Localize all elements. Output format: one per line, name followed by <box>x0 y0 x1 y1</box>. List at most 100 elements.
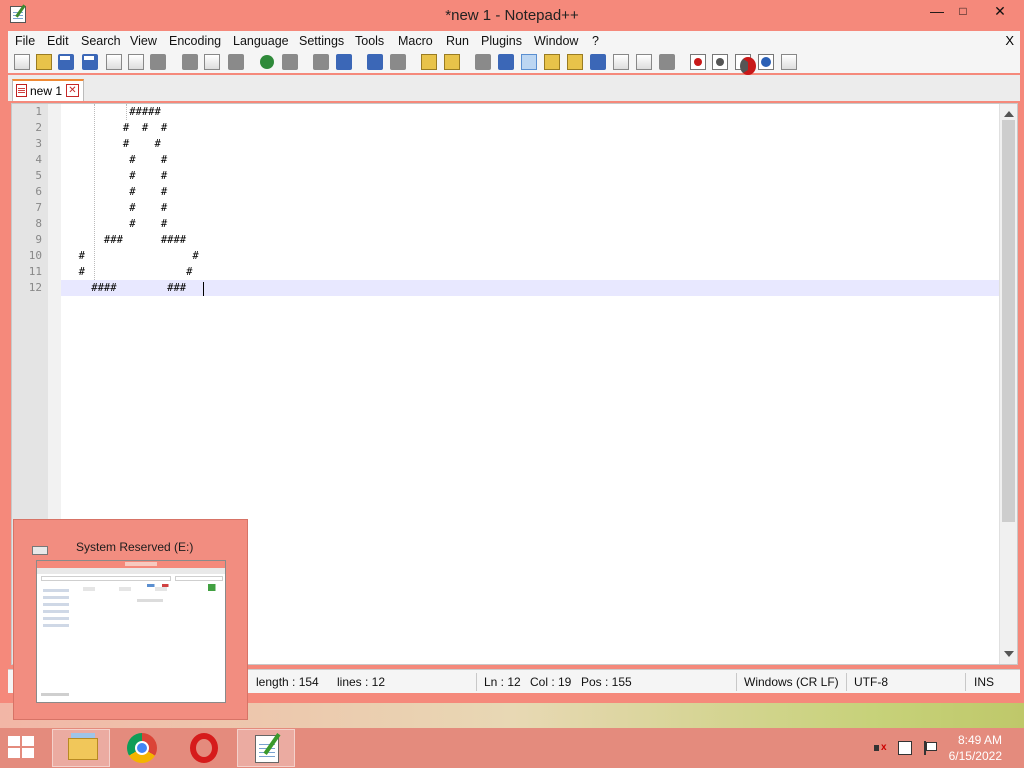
save-macro-icon[interactable] <box>781 54 797 70</box>
notepad-plus-plus-icon <box>255 735 279 763</box>
menu-macro[interactable]: Macro <box>398 34 433 48</box>
thumbnail-navigation-pane <box>39 585 79 695</box>
taskbar-opera[interactable] <box>175 729 233 767</box>
maximize-button[interactable]: □ <box>948 0 978 22</box>
close-document-button[interactable]: X <box>1005 33 1014 48</box>
explorer-window-thumbnail[interactable] <box>36 560 226 703</box>
status-insert-mode[interactable]: INS <box>974 675 994 689</box>
menu-bar: File Edit Search View Encoding Language … <box>8 31 1020 51</box>
sync-horizontal-icon[interactable] <box>444 54 460 70</box>
text-caret <box>203 282 204 296</box>
find-icon[interactable] <box>313 54 329 70</box>
menu-view[interactable]: View <box>130 34 157 48</box>
status-eol[interactable]: Windows (CR LF) <box>744 675 839 689</box>
playback-icon[interactable] <box>735 54 756 75</box>
code-line[interactable]: ##### <box>66 104 161 120</box>
menu-tools[interactable]: Tools <box>355 34 384 48</box>
open-file-icon[interactable] <box>36 54 52 70</box>
thumbnail-search-box <box>175 576 223 581</box>
copy-icon[interactable] <box>204 54 220 70</box>
scroll-down-arrow-icon[interactable] <box>1004 651 1014 657</box>
monitoring-icon[interactable] <box>636 54 652 70</box>
cut-icon[interactable] <box>182 54 198 70</box>
tab-new-1[interactable]: new 1 ✕ <box>12 79 84 101</box>
thumbnail-empty-folder-text <box>137 599 163 602</box>
current-line-highlight <box>61 280 999 296</box>
taskbar-file-explorer[interactable] <box>52 729 110 767</box>
code-line[interactable]: # # <box>66 264 193 280</box>
clock-time[interactable]: 8:49 AM <box>958 733 1002 747</box>
status-col: Col : 19 <box>530 675 572 689</box>
replace-icon[interactable] <box>336 54 352 70</box>
line-number: 10 <box>28 249 42 262</box>
code-line[interactable]: # # <box>66 248 199 264</box>
redo-icon[interactable] <box>282 54 298 70</box>
menu-edit[interactable]: Edit <box>47 34 69 48</box>
line-number: 4 <box>35 153 42 166</box>
thumbnail-ribbon <box>37 568 225 574</box>
status-encoding[interactable]: UTF-8 <box>854 675 888 689</box>
scrollbar-thumb[interactable] <box>1002 120 1015 522</box>
menu-plugins[interactable]: Plugins <box>481 34 522 48</box>
code-line[interactable]: # # <box>66 184 167 200</box>
code-line[interactable]: # # <box>66 152 167 168</box>
taskbar-chrome[interactable] <box>113 729 171 767</box>
line-number: 2 <box>35 121 42 134</box>
thumbnail-status-bar <box>41 693 69 696</box>
save-icon[interactable] <box>58 54 74 70</box>
menu-run[interactable]: Run <box>446 34 469 48</box>
indent-guide-icon[interactable] <box>521 54 537 70</box>
save-all-icon[interactable] <box>82 54 98 70</box>
code-line[interactable]: # # <box>66 136 161 152</box>
menu-window[interactable]: Window <box>534 34 578 48</box>
record-macro-icon[interactable] <box>690 54 706 70</box>
paste-icon[interactable] <box>228 54 244 70</box>
undo-icon[interactable] <box>260 55 274 69</box>
thumbnail-column-headers <box>83 587 183 591</box>
code-line[interactable]: #### ### <box>66 280 186 296</box>
stop-record-icon[interactable] <box>712 54 728 70</box>
document-map-icon[interactable] <box>567 54 583 70</box>
network-icon[interactable] <box>898 741 912 755</box>
zoom-in-icon[interactable] <box>367 54 383 70</box>
word-wrap-icon[interactable] <box>475 54 491 70</box>
menu-search[interactable]: Search <box>81 34 121 48</box>
document-list-icon[interactable] <box>659 54 675 70</box>
function-list-icon[interactable] <box>590 54 606 70</box>
zoom-out-icon[interactable] <box>390 54 406 70</box>
speaker-muted-icon[interactable] <box>874 741 888 755</box>
code-line[interactable]: # # <box>66 200 167 216</box>
tab-label: new 1 <box>30 84 63 98</box>
clock-date[interactable]: 6/15/2022 <box>949 749 1002 763</box>
print-icon[interactable] <box>150 54 166 70</box>
new-file-icon[interactable] <box>14 54 30 70</box>
code-line[interactable]: ### #### <box>66 232 186 248</box>
action-center-flag-icon[interactable] <box>922 741 937 755</box>
close-file-icon[interactable] <box>106 54 122 70</box>
menu-settings[interactable]: Settings <box>299 34 344 48</box>
menu-help[interactable]: ? <box>592 34 599 48</box>
sync-vertical-icon[interactable] <box>421 54 437 70</box>
taskbar-thumbnail-preview[interactable]: System Reserved (E:) <box>13 519 248 720</box>
close-tab-icon[interactable]: ✕ <box>66 84 79 97</box>
show-all-chars-icon[interactable] <box>498 54 514 70</box>
user-defined-language-icon[interactable] <box>544 54 560 70</box>
scroll-up-arrow-icon[interactable] <box>1004 111 1014 117</box>
status-lines: lines : 12 <box>337 675 386 689</box>
menu-file[interactable]: File <box>15 34 35 48</box>
title-bar[interactable]: *new 1 - Notepad++ — □ ✕ <box>0 0 1024 30</box>
vertical-scrollbar[interactable] <box>999 104 1017 664</box>
code-line[interactable]: # # <box>66 168 167 184</box>
taskbar-notepad-plus-plus[interactable] <box>237 729 295 767</box>
close-all-icon[interactable] <box>128 54 144 70</box>
run-macro-multiple-icon[interactable] <box>758 54 774 70</box>
code-line[interactable]: # # <box>66 216 167 232</box>
menu-language[interactable]: Language <box>233 34 289 48</box>
code-line[interactable]: # # # <box>66 120 167 136</box>
close-button[interactable]: ✕ <box>980 0 1020 22</box>
line-number: 5 <box>35 169 42 182</box>
taskbar: 8:49 AM 6/15/2022 <box>0 728 1024 768</box>
start-button[interactable] <box>8 736 38 760</box>
folder-as-workspace-icon[interactable] <box>613 54 629 70</box>
menu-encoding[interactable]: Encoding <box>169 34 221 48</box>
